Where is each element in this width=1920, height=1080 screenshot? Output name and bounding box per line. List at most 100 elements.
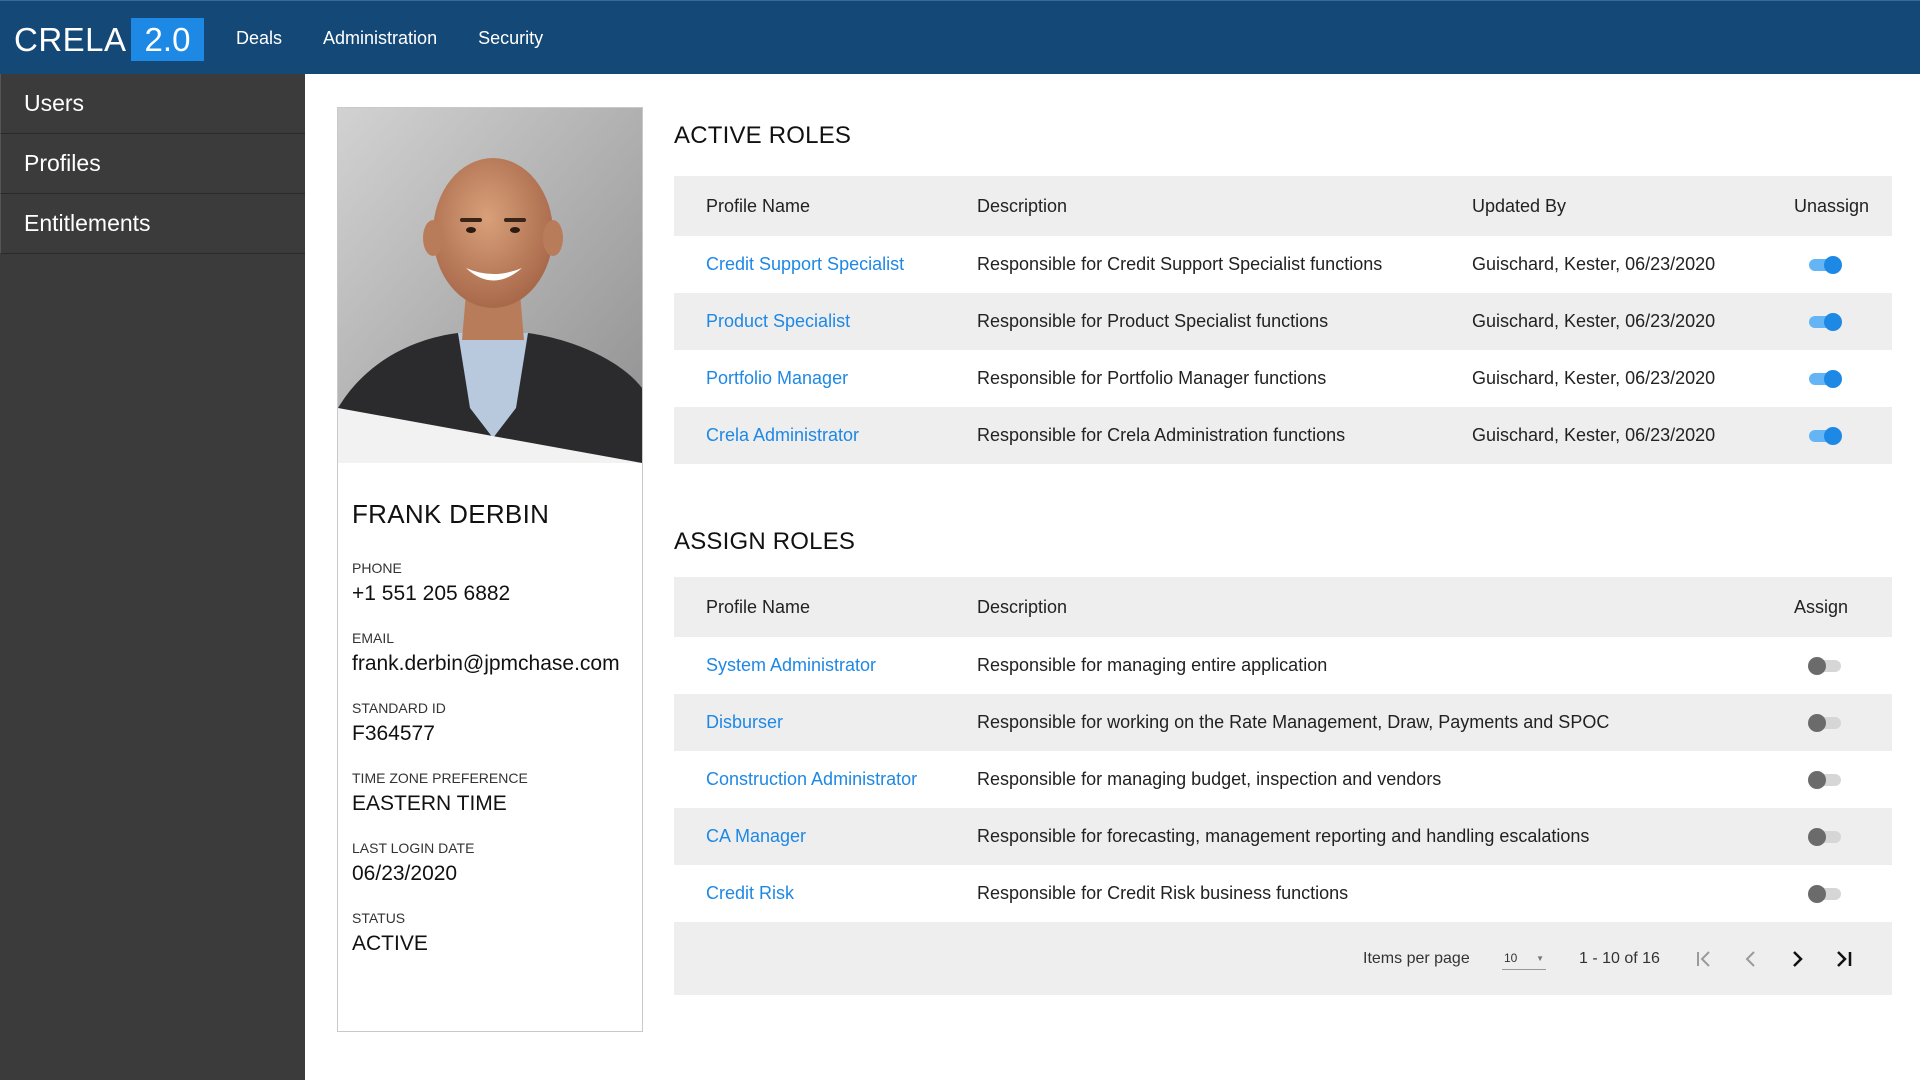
last-login-value: 06/23/2020 <box>352 862 458 885</box>
table-row: Disburser Responsible for working on the… <box>674 694 1892 751</box>
nav-administration[interactable]: Administration <box>323 28 437 49</box>
table-row: Portfolio Manager Responsible for Portfo… <box>674 350 1892 407</box>
toggle-knob <box>1808 884 1826 903</box>
table-row: Credit Support Specialist Responsible fo… <box>674 236 1892 293</box>
standard-id-value: F364577 <box>352 722 435 745</box>
assign-toggle[interactable] <box>1808 713 1841 732</box>
updated-by: Guischard, Kester, 06/23/2020 <box>1472 368 1716 388</box>
table-row: CA Manager Responsible for forecasting, … <box>674 808 1892 865</box>
last-login-field: LAST LOGIN DATE 06/23/2020 <box>352 840 642 886</box>
unassign-toggle[interactable] <box>1809 426 1842 445</box>
phone-value: +1 551 205 6882 <box>352 582 511 605</box>
page-range: 1 - 10 of 16 <box>1579 949 1660 967</box>
toggle-knob <box>1808 770 1826 789</box>
next-page-wrapper <box>1782 922 1812 995</box>
role-description: Responsible for managing entire applicat… <box>977 655 1328 675</box>
sidebar-item-profiles[interactable]: Profiles <box>0 134 305 194</box>
column-header-description: Description <box>977 195 1068 216</box>
column-header-profile-name: Profile Name <box>706 195 811 216</box>
role-link[interactable]: Portfolio Manager <box>706 368 848 389</box>
toggle-knob <box>1808 827 1826 846</box>
dropdown-arrow-icon: ▼ <box>1536 953 1544 963</box>
unassign-toggle[interactable] <box>1809 312 1842 331</box>
items-per-page-value: 10 <box>1504 951 1518 965</box>
table-row: Crela Administrator Responsible for Crel… <box>674 407 1892 464</box>
previous-page-icon[interactable] <box>1736 944 1766 974</box>
sidebar-item-entitlements[interactable]: Entitlements <box>0 194 305 254</box>
assign-toggle[interactable] <box>1808 770 1841 789</box>
active-roles-title: ACTIVE ROLES <box>674 122 852 149</box>
status-field: STATUS ACTIVE <box>352 910 642 956</box>
user-details: FRANK DERBIN PHONE +1 551 205 6882 EMAIL… <box>338 499 642 956</box>
items-per-page-select-wrapper: 10 ▼ <box>1502 922 1546 995</box>
role-description: Responsible for managing budget, inspect… <box>977 769 1442 789</box>
assign-roles-title: ASSIGN ROLES <box>674 528 856 555</box>
phone-field: PHONE +1 551 205 6882 <box>352 560 642 606</box>
table-row: Product Specialist Responsible for Produ… <box>674 293 1892 350</box>
role-link[interactable]: CA Manager <box>706 826 806 847</box>
role-description: Responsible for Crela Administration fun… <box>977 425 1346 445</box>
assign-toggle[interactable] <box>1808 656 1841 675</box>
active-roles-header-row: Profile Name Description Updated By Unas… <box>674 176 1892 236</box>
toggle-knob <box>1808 656 1826 675</box>
active-roles-table: Profile Name Description Updated By Unas… <box>674 176 1892 464</box>
table-row: Credit Risk Responsible for Credit Risk … <box>674 865 1892 922</box>
column-header-assign: Assign <box>1794 596 1849 617</box>
role-link[interactable]: Credit Risk <box>706 883 794 904</box>
items-per-page-label: Items per page <box>1363 949 1470 967</box>
top-navigation-bar: CRELA 2.0 Deals Administration Security <box>0 0 1920 74</box>
unassign-toggle[interactable] <box>1809 255 1842 274</box>
role-link[interactable]: Product Specialist <box>706 311 850 332</box>
toggle-knob <box>1808 713 1826 732</box>
role-link[interactable]: Construction Administrator <box>706 769 917 790</box>
sidebar: Users Profiles Entitlements <box>0 74 305 1080</box>
column-header-description: Description <box>977 596 1068 617</box>
last-login-label: LAST LOGIN DATE <box>352 840 475 856</box>
assign-toggle[interactable] <box>1808 827 1841 846</box>
role-link[interactable]: Crela Administrator <box>706 425 859 446</box>
user-photo <box>338 108 642 463</box>
role-description: Responsible for Portfolio Manager functi… <box>977 368 1327 388</box>
assign-roles-header-row: Profile Name Description Assign <box>674 577 1892 637</box>
role-link[interactable]: System Administrator <box>706 655 876 676</box>
previous-page-wrapper <box>1736 922 1766 995</box>
sidebar-item-users[interactable]: Users <box>0 74 305 134</box>
email-field: EMAIL frank.derbin@jpmchase.com <box>352 630 642 676</box>
first-page-icon[interactable] <box>1689 944 1719 974</box>
user-name: FRANK DERBIN <box>352 499 550 529</box>
status-label: STATUS <box>352 910 406 926</box>
nav-deals[interactable]: Deals <box>236 28 282 49</box>
column-header-profile-name: Profile Name <box>706 596 811 617</box>
table-row: System Administrator Responsible for man… <box>674 637 1892 694</box>
status-value: ACTIVE <box>352 932 428 955</box>
app-logo[interactable]: CRELA 2.0 <box>14 18 205 61</box>
email-value: frank.derbin@jpmchase.com <box>352 652 620 675</box>
app-name: CRELA <box>14 21 127 58</box>
last-page-wrapper <box>1829 922 1859 995</box>
time-zone-label: TIME ZONE PREFERENCE <box>352 770 528 786</box>
nav-security[interactable]: Security <box>478 28 543 49</box>
standard-id-label: STANDARD ID <box>352 700 446 716</box>
toggle-knob <box>1824 255 1842 274</box>
last-page-icon[interactable] <box>1829 944 1859 974</box>
role-link[interactable]: Disburser <box>706 712 783 733</box>
role-description: Responsible for working on the Rate Mana… <box>977 712 1610 732</box>
phone-label: PHONE <box>352 560 402 576</box>
updated-by: Guischard, Kester, 06/23/2020 <box>1472 425 1716 445</box>
toggle-knob <box>1824 312 1842 331</box>
assign-toggle[interactable] <box>1808 884 1841 903</box>
time-zone-field: TIME ZONE PREFERENCE EASTERN TIME <box>352 770 642 816</box>
column-header-updated-by: Updated By <box>1472 195 1567 216</box>
items-per-page-select[interactable]: 10 ▼ <box>1502 948 1546 970</box>
standard-id-field: STANDARD ID F364577 <box>352 700 642 746</box>
toggle-knob <box>1824 426 1842 445</box>
role-link[interactable]: Credit Support Specialist <box>706 254 904 275</box>
updated-by: Guischard, Kester, 06/23/2020 <box>1472 254 1716 274</box>
app-version-badge: 2.0 <box>130 18 205 61</box>
role-description: Responsible for Credit Support Specialis… <box>977 254 1383 274</box>
pagination-bar: Items per page 10 ▼ 1 - 10 of 16 <box>674 922 1892 995</box>
role-description: Responsible for Credit Risk business fun… <box>977 883 1349 903</box>
updated-by: Guischard, Kester, 06/23/2020 <box>1472 311 1716 331</box>
unassign-toggle[interactable] <box>1809 369 1842 388</box>
next-page-icon[interactable] <box>1782 944 1812 974</box>
